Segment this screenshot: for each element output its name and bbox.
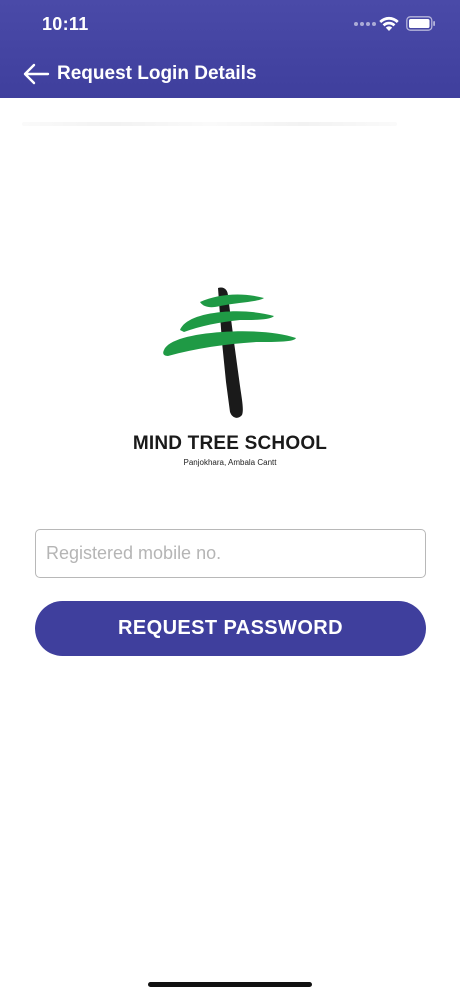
- cellular-dots-icon: [354, 22, 376, 28]
- arrow-left-icon: [23, 63, 50, 85]
- navigation-bar: Request Login Details: [0, 50, 460, 98]
- divider: [22, 122, 397, 126]
- wifi-icon: [379, 16, 399, 31]
- back-button[interactable]: [16, 58, 56, 90]
- page-title: Request Login Details: [57, 63, 257, 84]
- mobile-number-input[interactable]: [35, 529, 426, 578]
- status-bar: 10:11: [0, 0, 460, 50]
- school-location: Panjokhara, Ambala Cantt: [183, 458, 277, 467]
- tree-logo-icon: [163, 287, 296, 418]
- battery-icon: [406, 16, 435, 31]
- request-password-button[interactable]: REQUEST PASSWORD: [35, 601, 426, 656]
- school-name: MIND TREE SCHOOL: [132, 433, 328, 454]
- home-indicator[interactable]: [148, 982, 312, 987]
- status-time: 10:11: [42, 14, 89, 34]
- app-header: 10:11 Request Login Details: [0, 0, 460, 98]
